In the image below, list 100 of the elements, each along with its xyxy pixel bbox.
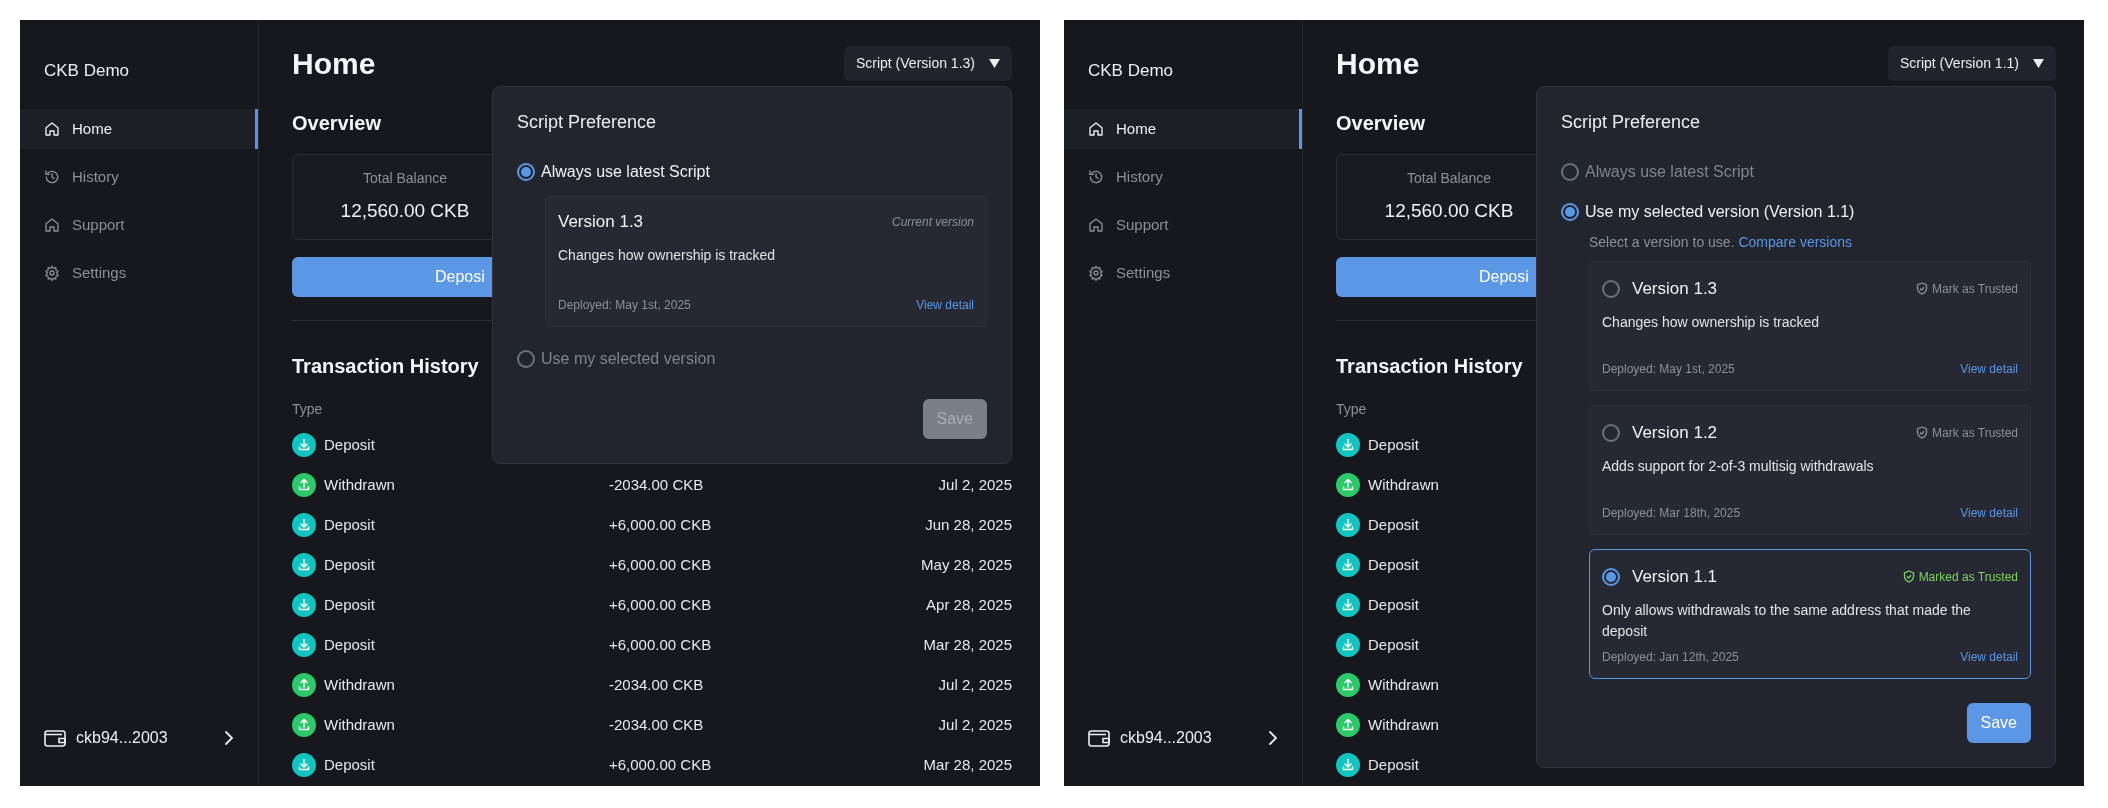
wallet-icon — [1088, 728, 1110, 748]
view-detail-link[interactable]: View detail — [1960, 360, 2018, 378]
table-cell-text: Deposit — [1368, 554, 1419, 575]
table-cell-text: Deposit — [1368, 634, 1419, 655]
table-cell-text: Deposit — [1368, 514, 1419, 535]
table-cell: Jul 2, 2025 — [938, 475, 1012, 493]
compare-versions-link[interactable]: Compare versions — [1738, 234, 1853, 250]
table-cell-text: Deposit — [324, 434, 375, 455]
version-title: Version 1.1 — [1632, 566, 1718, 588]
trust-button[interactable]: Mark as Trusted — [1915, 423, 2018, 442]
script-version-dropdown[interactable]: Script (Version 1.3) — [843, 45, 1012, 81]
table-cell: +6,000.00 CKB — [609, 515, 712, 533]
shield-check-icon — [1915, 282, 1928, 296]
caret-icon — [2033, 58, 2044, 68]
column-header: Type — [1336, 400, 1367, 419]
table-cell-text: Withdrawn — [324, 714, 395, 735]
table-cell-text: Withdrawn — [324, 674, 395, 695]
view-detail-link[interactable]: View detail — [916, 296, 974, 314]
download-icon — [1336, 633, 1360, 657]
radio-button[interactable] — [517, 350, 535, 368]
upload-icon — [292, 473, 316, 497]
page-title: Home — [292, 45, 376, 82]
table-cell-text: Deposit — [324, 594, 375, 615]
balance-value: 12,560.00 CKB — [1384, 199, 1514, 224]
table-cell: Mar 28, 2025 — [923, 755, 1012, 773]
popover-title: Script Preference — [1561, 111, 1702, 134]
settings-icon — [1088, 265, 1104, 281]
table-cell: +6,000.00 CKB — [609, 555, 712, 573]
deploy-date: Deployed: May 1st, 2025 — [1602, 361, 1735, 378]
version-card[interactable]: Version 1.1 Marked as Trusted Only allows withdrawals to the same address that made the deposit Deployed: Jan 12th, 2025 View detail — [1589, 549, 2031, 679]
table-cell: Apr 28, 2025 — [926, 595, 1012, 613]
app-name: CKB Demo — [1087, 60, 1175, 82]
radio-label[interactable]: Use my selected version (Version 1.1) — [1585, 200, 1855, 224]
view-detail-link[interactable]: View detail — [1960, 648, 2018, 666]
nav-item[interactable]: Settings — [1064, 253, 1302, 293]
nav-item[interactable]: Support — [20, 205, 258, 245]
upload-icon — [292, 673, 316, 697]
download-icon — [292, 553, 316, 577]
table-cell-text: Deposit — [1368, 754, 1419, 775]
table-cell-text: Deposit — [1368, 594, 1419, 615]
version-description: Only allows withdrawals to the same address that made the deposit — [1602, 600, 1972, 641]
table-cell-text: Withdrawn — [1368, 474, 1439, 495]
upload-icon — [292, 713, 316, 737]
version-card[interactable]: Version 1.2 Mark as Trusted Adds support for 2-of-3 multisig withdrawals Deployed: Mar 18th, 2025 View detail — [1589, 405, 2031, 535]
nav-item[interactable]: History — [20, 157, 258, 197]
table-cell-text: Withdrawn — [1368, 674, 1439, 695]
script-version-dropdown[interactable]: Script (Version 1.1) — [1887, 45, 2056, 81]
home-icon — [1088, 217, 1104, 233]
balance-value: 12,560.00 CKB — [340, 199, 470, 224]
table-cell-text: Withdrawn — [1368, 714, 1439, 735]
radio-button[interactable] — [517, 163, 535, 181]
table-cell-text: Deposit — [324, 554, 375, 575]
table-cell: -2034.00 CKB — [609, 675, 704, 693]
nav-item[interactable]: Support — [1064, 205, 1302, 245]
version-card[interactable]: Version 1.3 Mark as Trusted Changes how ownership is tracked Deployed: May 1st, 2025 View detail — [1589, 261, 2031, 391]
download-icon — [292, 433, 316, 457]
nav-item[interactable]: Home — [1064, 109, 1302, 149]
shield-check-icon — [1915, 426, 1928, 440]
radio-button[interactable] — [1561, 163, 1579, 181]
download-icon — [1336, 753, 1360, 777]
table-cell-text: Deposit — [324, 514, 375, 535]
nav-item[interactable]: Home — [20, 109, 258, 149]
radio-label[interactable]: Use my selected version — [541, 347, 716, 371]
wallet-item[interactable]: ckb94...2003 — [44, 718, 234, 758]
upload-icon — [1336, 673, 1360, 697]
save-button[interactable]: Save — [1966, 703, 2031, 743]
trust-button[interactable]: Marked as Trusted — [1902, 567, 2018, 586]
hint-text: Select a version to use. Compare versions — [1589, 233, 1854, 252]
radio-button[interactable] — [1602, 279, 1620, 298]
version-description: Changes how ownership is tracked — [1602, 312, 1821, 332]
table-cell: -2034.00 CKB — [609, 475, 704, 493]
settings-icon — [44, 265, 60, 281]
app-name: CKB Demo — [43, 60, 131, 82]
deploy-date: Deployed: May 1st, 2025 — [558, 297, 691, 314]
wallet-item[interactable]: ckb94...2003 — [1088, 718, 1278, 758]
history-icon — [44, 169, 60, 185]
chevron-right-icon — [1268, 730, 1278, 746]
section-heading: Transaction History — [1336, 354, 1523, 379]
nav-item[interactable]: Settings — [20, 253, 258, 293]
download-icon — [1336, 593, 1360, 617]
nav-item[interactable]: History — [1064, 157, 1302, 197]
radio-button[interactable] — [1561, 203, 1579, 221]
deploy-date: Deployed: Jan 12th, 2025 — [1602, 649, 1739, 666]
download-icon — [1336, 433, 1360, 457]
table-cell-text: Deposit — [1368, 434, 1419, 455]
table-cell-text: Deposit — [324, 754, 375, 775]
table-cell: Jul 2, 2025 — [938, 675, 1012, 693]
table-cell: Jul 2, 2025 — [938, 715, 1012, 733]
table-cell: Mar 28, 2025 — [923, 635, 1012, 653]
table-cell: +6,000.00 CKB — [609, 595, 712, 613]
radio-button[interactable] — [1602, 423, 1620, 442]
home-icon — [44, 217, 60, 233]
radio-label[interactable]: Always use latest Script — [1585, 160, 1754, 184]
balance-label: Total Balance — [1406, 169, 1492, 189]
table-cell: May 28, 2025 — [921, 555, 1012, 573]
radio-button[interactable] — [1602, 567, 1620, 586]
table-cell: -2034.00 CKB — [609, 715, 704, 733]
radio-label[interactable]: Always use latest Script — [541, 160, 710, 184]
trust-button[interactable]: Mark as Trusted — [1915, 279, 2018, 298]
view-detail-link[interactable]: View detail — [1960, 504, 2018, 522]
